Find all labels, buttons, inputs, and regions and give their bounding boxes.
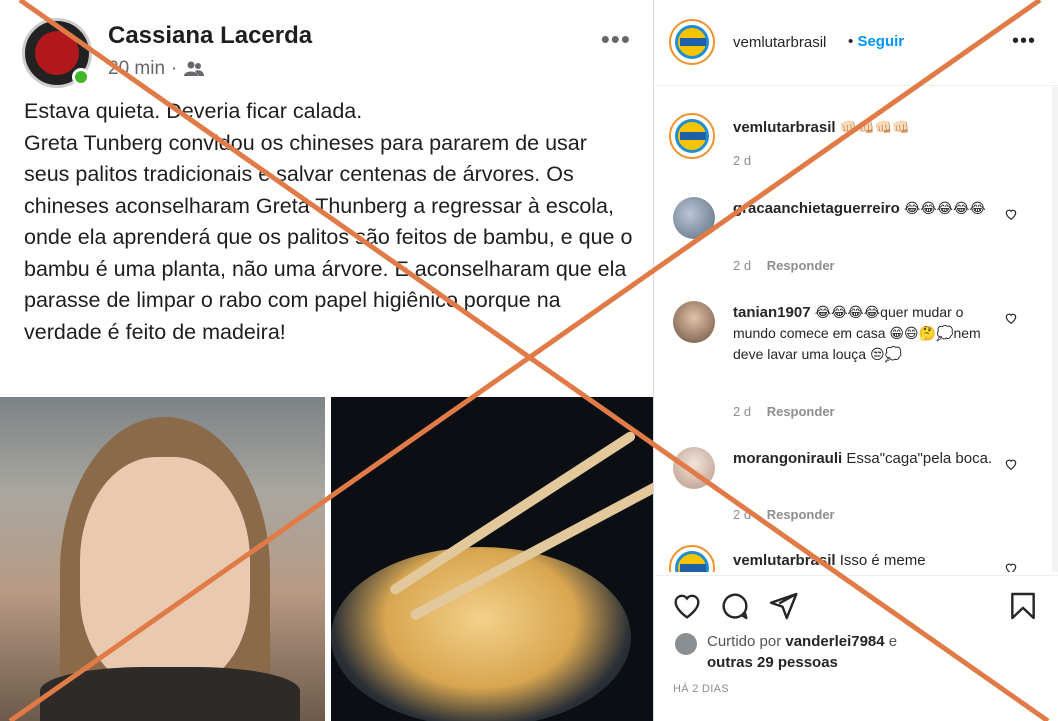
comment-item: morangonirauli Essa"caga"pela boca. 2 d … xyxy=(655,447,1058,527)
comment-like-heart-icon[interactable] xyxy=(1004,207,1018,221)
comment-body: vemlutarbrasil Isso é meme xyxy=(733,550,993,571)
comment-text: Isso é meme xyxy=(839,552,926,569)
post-more-icon[interactable]: ••• xyxy=(601,24,631,55)
more-options-icon[interactable]: ••• xyxy=(1012,30,1036,53)
instagram-header: vemlutarbrasil • Seguir ••• xyxy=(655,0,1058,86)
noodles-chopsticks-photo xyxy=(331,397,653,721)
comment-body: tanian1907 😂😂😂😂quer mudar o mundo comece… xyxy=(733,302,993,365)
likes-prefix: Curtido por xyxy=(707,633,782,650)
likes-connector: e xyxy=(888,633,898,650)
comment-age: 2 d xyxy=(733,507,752,522)
vem-lutar-logo xyxy=(675,25,709,59)
comment-meta: 2 d Responder xyxy=(733,258,835,273)
instagram-panel: vemlutarbrasil • Seguir ••• vemlutarbras… xyxy=(655,0,1058,721)
bookmark-icon[interactable] xyxy=(1007,590,1039,622)
profile-username[interactable]: vemlutarbrasil xyxy=(733,34,826,51)
meta-separator: · xyxy=(171,58,178,79)
post-meta: 20 min · xyxy=(108,58,205,80)
friends-audience-icon xyxy=(184,61,205,76)
comment-item: gracaanchietaguerreiro 😂😂😂😂😂 2 d Respond… xyxy=(655,197,1058,277)
comment-item: tanian1907 😂😂😂😂quer mudar o mundo comece… xyxy=(655,301,1058,431)
likes-summary: Curtido por vanderlei7984 e outras 29 pe… xyxy=(707,631,1007,673)
comment-body: vemlutarbrasil 👊🏻👊🏻👊🏻👊🏻 xyxy=(733,117,993,138)
profile-avatar[interactable] xyxy=(669,19,715,65)
follow-button[interactable]: • Seguir xyxy=(848,33,904,50)
paper-plane-icon[interactable] xyxy=(767,590,799,622)
commenter-avatar[interactable] xyxy=(669,545,715,572)
commenter-avatar[interactable] xyxy=(673,197,715,239)
heart-icon[interactable] xyxy=(671,590,703,622)
comment-age: 2 d xyxy=(733,258,752,273)
avatar-logo xyxy=(35,31,79,75)
comment-like-heart-icon[interactable] xyxy=(1004,311,1018,325)
reply-button[interactable]: Responder xyxy=(767,258,835,273)
comment-body: morangonirauli Essa"caga"pela boca. xyxy=(733,448,993,469)
reply-button[interactable]: Responder xyxy=(767,507,835,522)
liker-username[interactable]: vanderlei7984 xyxy=(785,633,884,650)
commenter-avatar[interactable] xyxy=(673,301,715,343)
comment-item: vemlutarbrasil Isso é meme xyxy=(655,545,1058,572)
comment-age: 2 d xyxy=(733,404,752,419)
comment-text: Essa"caga"pela boca. xyxy=(846,450,993,467)
post-text: Estava quieta. Deveria ficar calada. Gre… xyxy=(24,99,633,344)
facebook-post-screenshot: Cassiana Lacerda 20 min · ••• Estava qui… xyxy=(0,0,654,721)
comment-meta: 2 d xyxy=(733,153,751,168)
shirt-shape xyxy=(40,667,300,721)
author-name[interactable]: Cassiana Lacerda xyxy=(108,22,312,50)
comment-text: 😂😂😂😂😂 xyxy=(903,200,986,216)
comments-scrollbar[interactable] xyxy=(1052,87,1058,572)
likes-others-link[interactable]: outras 29 pessoas xyxy=(707,654,838,671)
comment-body: gracaanchietaguerreiro 😂😂😂😂😂 xyxy=(733,198,993,219)
comment-like-heart-icon[interactable] xyxy=(1004,457,1018,471)
comment-icon[interactable] xyxy=(719,590,751,622)
comment-meta: 2 d Responder xyxy=(733,404,835,419)
post-time[interactable]: 20 min xyxy=(108,58,165,80)
comment-age: 2 d xyxy=(733,153,752,168)
comment-meta: 2 d Responder xyxy=(733,507,835,522)
reply-button[interactable]: Responder xyxy=(767,404,835,419)
commenter-avatar[interactable] xyxy=(669,113,715,159)
comments-list[interactable]: vemlutarbrasil 👊🏻👊🏻👊🏻👊🏻 2 d gracaanchiet… xyxy=(655,87,1058,572)
comment-username[interactable]: vemlutarbrasil xyxy=(733,119,836,136)
comment-item: vemlutarbrasil 👊🏻👊🏻👊🏻👊🏻 2 d xyxy=(655,113,1058,193)
comment-username[interactable]: tanian1907 xyxy=(733,304,811,321)
post-actions: Curtido por vanderlei7984 e outras 29 pe… xyxy=(655,575,1058,721)
comment-username[interactable]: vemlutarbrasil xyxy=(733,552,836,569)
comment-like-heart-icon[interactable] xyxy=(1004,561,1018,572)
comment-text: 👊🏻👊🏻👊🏻👊🏻 xyxy=(839,119,910,135)
post-timestamp: HÁ 2 DIAS xyxy=(673,683,729,695)
commenter-avatar[interactable] xyxy=(673,447,715,489)
comment-username[interactable]: gracaanchietaguerreiro xyxy=(733,200,900,217)
online-status-indicator xyxy=(72,68,90,86)
liker-avatar[interactable] xyxy=(675,633,697,655)
comment-username[interactable]: morangonirauli xyxy=(733,450,842,467)
post-header: Cassiana Lacerda 20 min · ••• xyxy=(22,14,633,94)
face-shape xyxy=(80,457,250,687)
greta-photo xyxy=(0,397,325,721)
follow-label: Seguir xyxy=(857,33,905,50)
vem-lutar-logo xyxy=(675,551,709,572)
follow-dot: • xyxy=(848,33,854,50)
vem-lutar-logo xyxy=(675,119,709,153)
